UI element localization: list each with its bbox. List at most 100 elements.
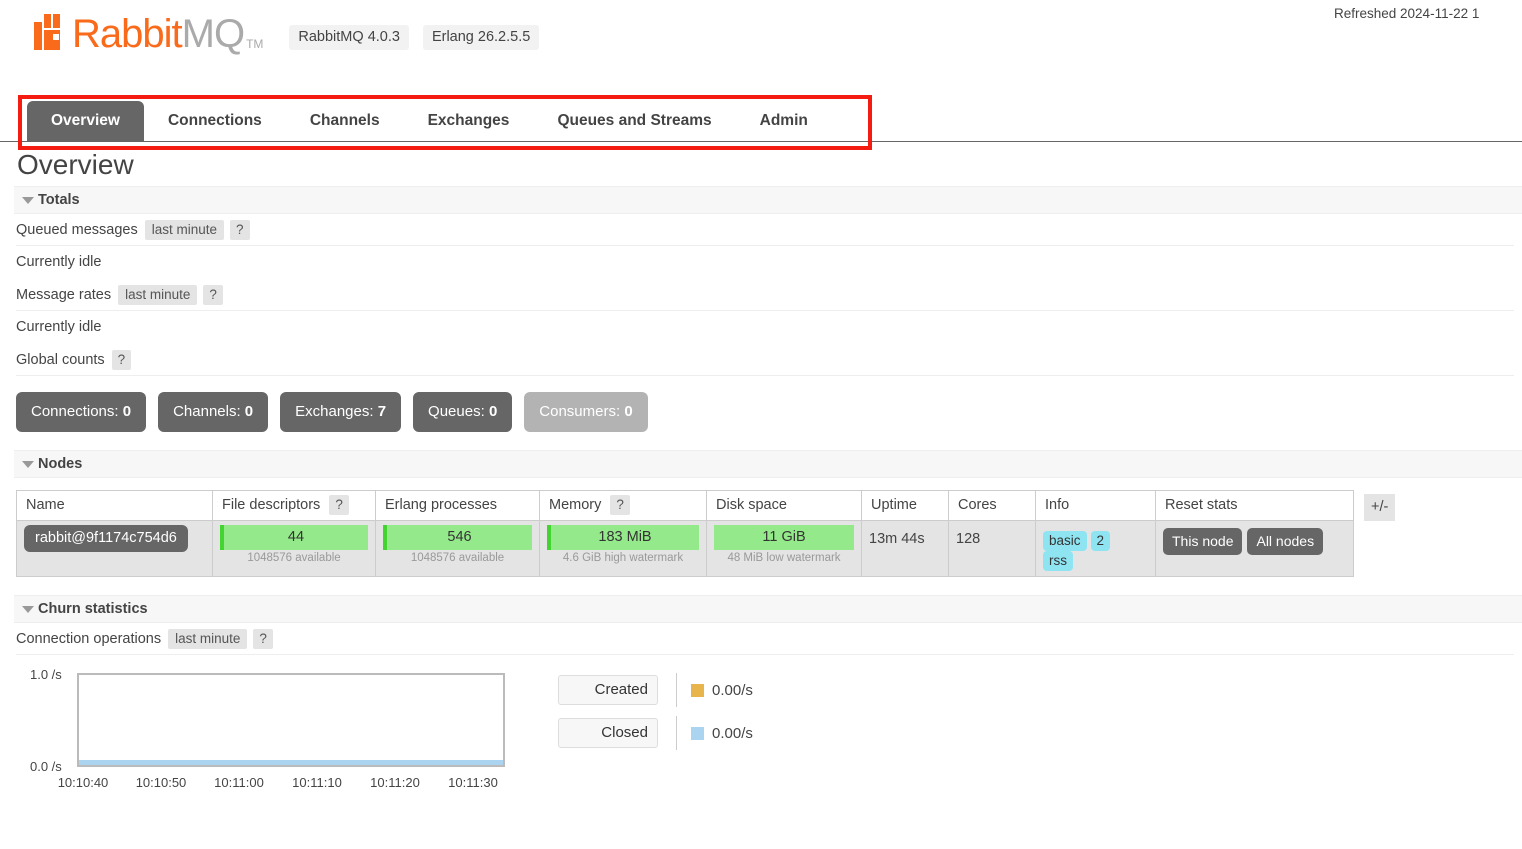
tab-queues-and-streams[interactable]: Queues and Streams xyxy=(533,101,735,141)
x-axis-tick: 10:11:10 xyxy=(278,775,356,790)
caret-down-icon xyxy=(22,197,34,204)
queued-messages-status: Currently idle xyxy=(16,246,1514,279)
legend-value-created: 0.00/s xyxy=(712,682,753,699)
legend-button-created[interactable]: Created xyxy=(558,675,658,705)
file-descriptors-sub: 1048576 available xyxy=(220,550,368,564)
disk-space-bar: 11 GiB xyxy=(714,525,854,550)
queued-messages-label: Queued messages xyxy=(16,222,138,238)
legend-row-created: Created 0.00/s xyxy=(558,673,753,707)
chart-plot-area xyxy=(77,673,505,767)
totals-body: Queued messages last minute ? Currently … xyxy=(16,214,1514,376)
node-name-cell: rabbit@9f1174c754d6 xyxy=(17,521,213,577)
cores-value: 128 xyxy=(956,525,1028,547)
rabbitmq-logo[interactable]: Rabbit MQ TM RabbitMQ 4.0.3 Erlang 26.2.… xyxy=(34,14,539,54)
uptime-value: 13m 44s xyxy=(869,525,941,547)
logo-text-rabbit: Rabbit xyxy=(72,14,182,54)
connection-operations-period-selector[interactable]: last minute xyxy=(168,629,247,649)
reset-this-node-button[interactable]: This node xyxy=(1163,528,1242,555)
cores-cell: 128 xyxy=(949,521,1036,577)
queued-messages-row: Queued messages last minute ? xyxy=(16,214,1514,246)
connection-operations-row: Connection operations last minute ? xyxy=(16,623,1514,655)
column-header-file-descriptors[interactable]: File descriptors ? xyxy=(213,491,376,521)
column-header-memory[interactable]: Memory ? xyxy=(540,491,707,521)
counter-channels[interactable]: Channels: 0 xyxy=(158,392,268,432)
counter-exchanges[interactable]: Exchanges: 7 xyxy=(280,392,401,432)
column-header-reset-stats[interactable]: Reset stats xyxy=(1156,491,1354,521)
counter-queues-value: 0 xyxy=(489,403,497,420)
file-descriptors-cell: 44 1048576 available xyxy=(213,521,376,577)
toggle-columns-button[interactable]: +/- xyxy=(1364,494,1395,521)
section-title-totals: Totals xyxy=(38,192,80,208)
global-counts-buttons: Connections: 0 Channels: 0 Exchanges: 7 … xyxy=(16,392,1522,432)
table-row: rabbit@9f1174c754d6 44 1048576 available… xyxy=(17,521,1354,577)
counter-channels-label: Channels: xyxy=(173,403,241,420)
message-rates-help-icon[interactable]: ? xyxy=(203,285,223,305)
section-header-totals[interactable]: Totals xyxy=(14,186,1522,214)
column-header-disk-space[interactable]: Disk space xyxy=(707,491,862,521)
y-axis-tick-min: 0.0 /s xyxy=(30,759,62,774)
legend-divider xyxy=(676,673,677,707)
message-rates-row: Message rates last minute ? xyxy=(16,279,1514,311)
counter-connections[interactable]: Connections: 0 xyxy=(16,392,146,432)
column-header-info[interactable]: Info xyxy=(1036,491,1156,521)
logo-text-mq: MQ xyxy=(182,14,244,54)
counter-exchanges-label: Exchanges: xyxy=(295,403,373,420)
tab-connections[interactable]: Connections xyxy=(144,101,286,141)
column-header-cores[interactable]: Cores xyxy=(949,491,1036,521)
rabbitmq-version-badge: RabbitMQ 4.0.3 xyxy=(289,25,409,50)
tab-channels[interactable]: Channels xyxy=(286,101,404,141)
connection-operations-help-icon[interactable]: ? xyxy=(253,629,273,649)
counter-channels-value: 0 xyxy=(245,403,253,420)
uptime-cell: 13m 44s xyxy=(862,521,949,577)
nodes-table: Name File descriptors ? Erlang processes… xyxy=(16,490,1354,577)
legend-swatch-created xyxy=(691,684,704,697)
queued-messages-help-icon[interactable]: ? xyxy=(230,220,250,240)
node-name-link[interactable]: rabbit@9f1174c754d6 xyxy=(24,525,188,552)
column-header-name[interactable]: Name xyxy=(17,491,213,521)
page-header: Refreshed 2024-11-22 1 Rabbit MQ TM Rabb… xyxy=(0,0,1522,88)
section-title-nodes: Nodes xyxy=(38,456,82,472)
erlang-version-badge: Erlang 26.2.5.5 xyxy=(423,25,539,50)
memory-sub: 4.6 GiB high watermark xyxy=(547,550,699,564)
nodes-table-header-row: Name File descriptors ? Erlang processes… xyxy=(17,491,1354,521)
info-badge-count[interactable]: 2 xyxy=(1091,531,1111,551)
legend-row-closed: Closed 0.00/s xyxy=(558,716,753,750)
reset-all-nodes-button[interactable]: All nodes xyxy=(1247,528,1323,555)
section-header-churn-statistics[interactable]: Churn statistics xyxy=(14,595,1522,623)
reset-stats-cell: This nodeAll nodes xyxy=(1156,521,1354,577)
info-badge-rss[interactable]: rss xyxy=(1043,551,1073,571)
message-rates-status: Currently idle xyxy=(16,311,1514,344)
global-counts-help-icon[interactable]: ? xyxy=(112,350,132,370)
file-descriptors-help-icon[interactable]: ? xyxy=(329,495,349,515)
caret-down-icon xyxy=(22,606,34,613)
memory-bar: 183 MiB xyxy=(547,525,699,550)
legend-button-closed[interactable]: Closed xyxy=(558,718,658,748)
counter-consumers[interactable]: Consumers: 0 xyxy=(524,392,647,432)
memory-cell: 183 MiB 4.6 GiB high watermark xyxy=(540,521,707,577)
info-cell: basic2 rss xyxy=(1036,521,1156,577)
legend-value-closed: 0.00/s xyxy=(712,725,753,742)
erlang-processes-cell: 546 1048576 available xyxy=(376,521,540,577)
tab-admin[interactable]: Admin xyxy=(736,101,832,141)
section-header-nodes[interactable]: Nodes xyxy=(14,450,1522,478)
erlang-processes-sub: 1048576 available xyxy=(383,550,532,564)
main-navigation: Overview Connections Channels Exchanges … xyxy=(0,88,1522,142)
disk-space-cell: 11 GiB 48 MiB low watermark xyxy=(707,521,862,577)
column-header-erlang-processes[interactable]: Erlang processes xyxy=(376,491,540,521)
info-badge-basic[interactable]: basic xyxy=(1043,531,1087,551)
message-rates-period-selector[interactable]: last minute xyxy=(118,285,197,305)
counter-queues[interactable]: Queues: 0 xyxy=(413,392,512,432)
page-title: Overview xyxy=(17,149,1522,181)
global-counts-row: Global counts ? xyxy=(16,344,1514,376)
queued-messages-period-selector[interactable]: last minute xyxy=(145,220,224,240)
counter-exchanges-value: 7 xyxy=(378,403,386,420)
section-title-churn-statistics: Churn statistics xyxy=(38,601,148,617)
tab-exchanges[interactable]: Exchanges xyxy=(404,101,534,141)
file-descriptors-bar: 44 xyxy=(220,525,368,550)
tab-overview[interactable]: Overview xyxy=(27,101,144,141)
series-closed-line xyxy=(79,760,503,765)
x-axis-tick: 10:10:40 xyxy=(44,775,122,790)
counter-connections-label: Connections: xyxy=(31,403,119,420)
memory-help-icon[interactable]: ? xyxy=(610,495,630,515)
column-header-uptime[interactable]: Uptime xyxy=(862,491,949,521)
